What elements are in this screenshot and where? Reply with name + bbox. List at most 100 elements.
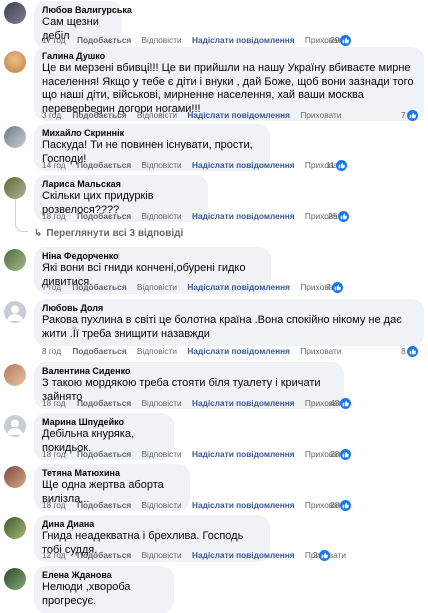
reaction-count[interactable]: 2	[313, 550, 330, 561]
avatar[interactable]	[4, 517, 26, 539]
reaction-count[interactable]: 25	[328, 211, 350, 222]
default-avatar-icon	[7, 419, 23, 435]
like-button[interactable]: Подобається	[77, 550, 131, 560]
reply-arrow-icon: ↳	[34, 228, 43, 239]
reply-button[interactable]: Відповісти	[137, 110, 177, 120]
like-button[interactable]: Подобається	[72, 110, 126, 120]
like-button[interactable]: Подобається	[72, 282, 126, 292]
comment-time[interactable]: 18 год	[42, 449, 66, 459]
send-message-button[interactable]: Надіслати повідомлення	[192, 550, 295, 560]
comment-bubble: Любовь Доля Ракова пухлина в світі це бо…	[34, 299, 424, 346]
like-count: 7	[326, 282, 331, 292]
reaction-count[interactable]: 8	[401, 346, 418, 357]
like-icon	[340, 449, 352, 460]
view-replies-link[interactable]: ↳ Переглянути всі 3 відповіді	[34, 228, 183, 239]
like-button[interactable]: Подобається	[77, 500, 131, 510]
comment-bubble: Елена Жданова Нелюди ,хвороба прогресує.	[34, 566, 174, 613]
reply-button[interactable]: Відповісти	[141, 35, 181, 45]
reply-button[interactable]: Відповісти	[141, 160, 181, 170]
avatar[interactable]	[4, 466, 26, 488]
avatar[interactable]	[4, 249, 26, 271]
like-button[interactable]: Подобається	[77, 449, 131, 459]
like-button[interactable]: Подобається	[72, 346, 126, 356]
comment-author[interactable]: Любовь Доля	[42, 302, 415, 314]
comment-author[interactable]: Лариса Мальская	[42, 178, 199, 190]
reaction-count[interactable]: 43	[330, 398, 352, 409]
like-button[interactable]: Подобається	[77, 211, 131, 221]
avatar[interactable]	[4, 568, 26, 590]
reaction-count[interactable]: 11	[326, 160, 347, 171]
like-icon	[340, 35, 352, 46]
comment-actions: 18 год Подобається Відповісти Надіслати …	[42, 398, 354, 409]
comment-time[interactable]: 17 год	[42, 35, 66, 45]
send-message-button[interactable]: Надіслати повідомлення	[192, 211, 295, 221]
send-message-button[interactable]: Надіслати повідомлення	[187, 110, 290, 120]
reaction-count[interactable]: 7	[326, 282, 343, 293]
reply-button[interactable]: Відповісти	[137, 282, 177, 292]
reply-button[interactable]: Відповісти	[141, 550, 181, 560]
comment-author[interactable]: Любов Валигурська	[42, 4, 132, 16]
default-avatar-icon	[7, 305, 23, 321]
like-button[interactable]: Подобається	[77, 160, 131, 170]
reply-thread-line	[15, 196, 16, 226]
comment-actions: 17 год Подобається Відповісти Надіслати …	[42, 35, 354, 46]
like-count: 29	[330, 35, 340, 45]
like-icon	[406, 346, 418, 357]
like-count: 28	[330, 449, 340, 459]
comment-time[interactable]: 12 год	[42, 550, 66, 560]
comment-time[interactable]: 18 год	[42, 398, 66, 408]
comment-actions: 18 год Подобається Відповісти Надіслати …	[42, 211, 354, 222]
send-message-button[interactable]: Надіслати повідомлення	[192, 35, 295, 45]
reaction-count[interactable]: 28	[330, 500, 352, 511]
avatar[interactable]	[4, 126, 26, 148]
comment-author[interactable]: Дина Диана	[42, 518, 261, 530]
reply-button[interactable]: Відповісти	[141, 211, 181, 221]
send-message-button[interactable]: Надіслати повідомлення	[192, 500, 295, 510]
avatar[interactable]	[4, 51, 26, 73]
like-icon	[340, 398, 352, 409]
reply-button[interactable]: Відповісти	[141, 500, 181, 510]
comment-author[interactable]: Тетяна Матюхина	[42, 467, 181, 479]
avatar[interactable]	[4, 415, 26, 437]
avatar[interactable]	[4, 364, 26, 386]
like-count: 28	[330, 500, 340, 510]
send-message-button[interactable]: Надіслати повідомлення	[187, 346, 290, 356]
comment-author[interactable]: Валентина Сиденко	[42, 365, 335, 377]
avatar[interactable]	[4, 177, 26, 199]
send-message-button[interactable]: Надіслати повідомлення	[187, 282, 290, 292]
send-message-button[interactable]: Надіслати повідомлення	[192, 449, 295, 459]
like-button[interactable]: Подобається	[77, 398, 131, 408]
avatar[interactable]	[4, 2, 26, 24]
comment-time[interactable]: 18 год	[42, 500, 66, 510]
comment-author[interactable]: Ніна Федорченко	[42, 250, 262, 262]
comment-time[interactable]: 8 год	[42, 346, 61, 356]
comment-time[interactable]: 7 год	[42, 282, 61, 292]
hide-button[interactable]: Приховати	[300, 346, 341, 356]
comment-time[interactable]: 18 год	[42, 211, 66, 221]
comment-time[interactable]: 14 год	[42, 160, 66, 170]
send-message-button[interactable]: Надіслати повідомлення	[192, 398, 295, 408]
comment-time[interactable]: 3 год	[42, 110, 61, 120]
comment-author[interactable]: Елена Жданова	[42, 569, 165, 581]
like-button[interactable]: Подобається	[77, 35, 131, 45]
comment-actions: 18 год Подобається Відповісти Надіслати …	[42, 500, 354, 511]
comment-actions: 3 год Подобається Відповісти Надіслати п…	[42, 110, 349, 121]
like-count: 25	[328, 211, 338, 221]
like-icon	[335, 160, 347, 171]
reply-button[interactable]: Відповісти	[141, 398, 181, 408]
send-message-button[interactable]: Надіслати повідомлення	[192, 160, 295, 170]
reaction-count[interactable]: 29	[330, 35, 352, 46]
reply-button[interactable]: Відповісти	[141, 449, 181, 459]
like-count: 8	[401, 346, 406, 356]
comment-author[interactable]: Марина Шпудейко	[42, 416, 165, 428]
hide-button[interactable]: Приховати	[300, 110, 341, 120]
avatar[interactable]	[4, 301, 26, 323]
reaction-count[interactable]: 28	[330, 449, 352, 460]
like-count: 43	[330, 398, 340, 408]
comment-text: Це ви мерзені вбивці!!! Це ви прийшли на…	[42, 62, 414, 115]
reaction-count[interactable]: 7	[401, 110, 418, 121]
comment-author[interactable]: Михайло Скриннік	[42, 127, 261, 139]
view-replies-label: Переглянути всі 3 відповіді	[46, 228, 184, 239]
comment-author[interactable]: Галина Душко	[42, 50, 415, 62]
reply-button[interactable]: Відповісти	[137, 346, 177, 356]
